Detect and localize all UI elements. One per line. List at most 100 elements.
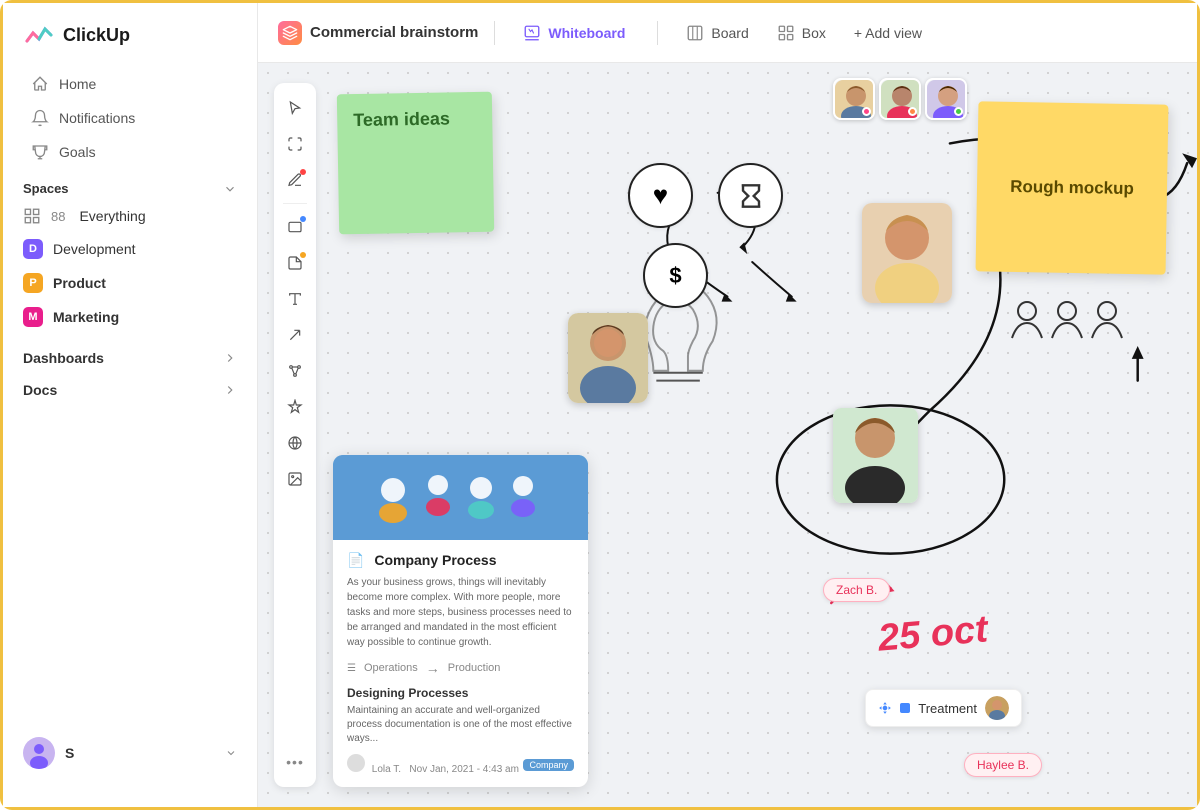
product-label: Product	[53, 275, 106, 291]
user-initial: S	[65, 745, 74, 761]
sticky-note-yellow[interactable]: Rough mockup	[976, 101, 1169, 274]
tab-divider	[657, 21, 658, 45]
home-icon	[31, 75, 49, 93]
header-divider	[494, 21, 495, 45]
sticky-note-tool-button[interactable]	[280, 248, 310, 278]
board-icon	[686, 24, 704, 42]
dashboards-section[interactable]: Dashboards	[3, 342, 257, 374]
more-tools-button[interactable]: •••	[280, 747, 310, 777]
collaborators-area	[833, 78, 967, 120]
heart-circle: ♥	[628, 163, 693, 228]
tab-box[interactable]: Box	[765, 18, 838, 48]
process-card-description: As your business grows, things will inev…	[347, 575, 574, 650]
sticky-indicator	[300, 252, 306, 258]
to-label: Production	[448, 662, 501, 674]
goals-label: Goals	[59, 144, 96, 160]
sidebar-bottom: S	[3, 715, 257, 791]
box-tab-icon	[777, 24, 795, 42]
sidebar-item-goals[interactable]: Goals	[11, 135, 249, 169]
timer-circle	[718, 163, 783, 228]
header: Commercial brainstorm Whiteboard	[258, 3, 1197, 63]
sparkle-icon	[287, 399, 303, 415]
clickup-logo-icon	[23, 19, 55, 51]
sidebar-item-everything[interactable]: 88 Everything	[3, 200, 257, 232]
sidebar-item-home[interactable]: Home	[11, 67, 249, 101]
development-badge: D	[23, 239, 43, 259]
arrow-tool-button[interactable]	[280, 320, 310, 350]
project-icon	[278, 21, 302, 45]
grid-icon	[23, 207, 41, 225]
development-label: Development	[53, 241, 136, 257]
canvas-toolbar: •••	[274, 83, 316, 787]
user-profile[interactable]: S	[3, 727, 257, 779]
dollar-circle: $	[643, 243, 708, 308]
collab2-status	[908, 107, 917, 116]
toolbar-divider-1	[283, 203, 307, 204]
everything-count: 88	[51, 209, 65, 224]
sticky-note-green[interactable]: Team ideas	[337, 92, 494, 235]
multiselect-icon	[287, 136, 303, 152]
dashboards-label: Dashboards	[23, 350, 104, 366]
canvas[interactable]: •••	[258, 63, 1197, 807]
bell-icon	[31, 109, 49, 127]
people-group-icon	[1007, 293, 1127, 373]
process-card-banner	[333, 455, 588, 540]
haylee-label-tag: Haylee B.	[964, 753, 1042, 777]
cursor-icon	[287, 100, 303, 116]
treatment-label: Treatment	[918, 701, 977, 716]
main-content: Commercial brainstorm Whiteboard	[258, 3, 1197, 807]
docs-label: Docs	[23, 382, 57, 398]
tab-board-label: Board	[711, 25, 748, 41]
add-view-label: + Add view	[854, 25, 922, 41]
date-text: 25 oct	[876, 608, 989, 660]
process-card[interactable]: 📄 Company Process As your business grows…	[333, 455, 588, 787]
text-tool-icon	[287, 291, 303, 307]
process-flow-row: ☰ Operations → Production	[347, 660, 574, 676]
tab-whiteboard-label: Whiteboard	[548, 25, 625, 41]
add-view-button[interactable]: + Add view	[842, 19, 934, 47]
process-card-title: 📄 Company Process	[347, 552, 574, 569]
tab-board[interactable]: Board	[674, 18, 760, 48]
marketing-label: Marketing	[53, 309, 119, 325]
logo-area[interactable]: ClickUp	[3, 19, 257, 67]
tab-whiteboard[interactable]: Whiteboard	[511, 18, 637, 48]
rectangle-tool-button[interactable]	[280, 212, 310, 242]
multiselect-tool-button[interactable]	[280, 129, 310, 159]
process-card-footer: Lola T. Nov Jan, 2021 - 4:43 am Company	[347, 754, 574, 775]
person-photo-man	[568, 313, 648, 403]
person-photo-woman-middle	[833, 408, 918, 503]
collab-avatar-2	[879, 78, 921, 120]
treatment-color-dot	[900, 703, 910, 713]
marketing-badge: M	[23, 307, 43, 327]
ai-tool-button[interactable]	[280, 392, 310, 422]
connect-tool-button[interactable]	[280, 356, 310, 386]
collab-avatar-3	[925, 78, 967, 120]
process-card-illustration	[333, 455, 588, 540]
sidebar-item-marketing[interactable]: M Marketing	[3, 300, 257, 334]
process-card-body: 📄 Company Process As your business grows…	[333, 540, 588, 787]
chevron-right-icon	[223, 351, 237, 365]
collab3-status	[954, 107, 963, 116]
docs-section[interactable]: Docs	[3, 374, 257, 406]
globe-tool-button[interactable]	[280, 428, 310, 458]
chevron-right-icon-docs	[223, 383, 237, 397]
move-icon	[878, 701, 892, 715]
process-date: Nov Jan, 2021 - 4:43 am	[409, 764, 519, 775]
pen-tool-button[interactable]	[280, 165, 310, 195]
sidebar-item-development[interactable]: D Development	[3, 232, 257, 266]
chevron-down-icon	[223, 182, 237, 196]
select-tool-button[interactable]	[280, 93, 310, 123]
sidebar-item-product[interactable]: P Product	[3, 266, 257, 300]
treatment-tag[interactable]: Treatment	[865, 689, 1022, 727]
process-badge: Company	[523, 759, 574, 771]
spaces-section-header[interactable]: Spaces	[3, 169, 257, 200]
breadcrumb-title: Commercial brainstorm	[310, 24, 478, 41]
avatar	[23, 737, 55, 769]
sidebar-item-notifications[interactable]: Notifications	[11, 101, 249, 135]
text-tool-button[interactable]	[280, 284, 310, 314]
image-tool-button[interactable]	[280, 464, 310, 494]
arrow-tool-icon	[287, 327, 303, 343]
everything-label: Everything	[79, 208, 145, 224]
sticky-green-text: Team ideas	[353, 108, 450, 130]
treatment-avatar	[985, 696, 1009, 720]
